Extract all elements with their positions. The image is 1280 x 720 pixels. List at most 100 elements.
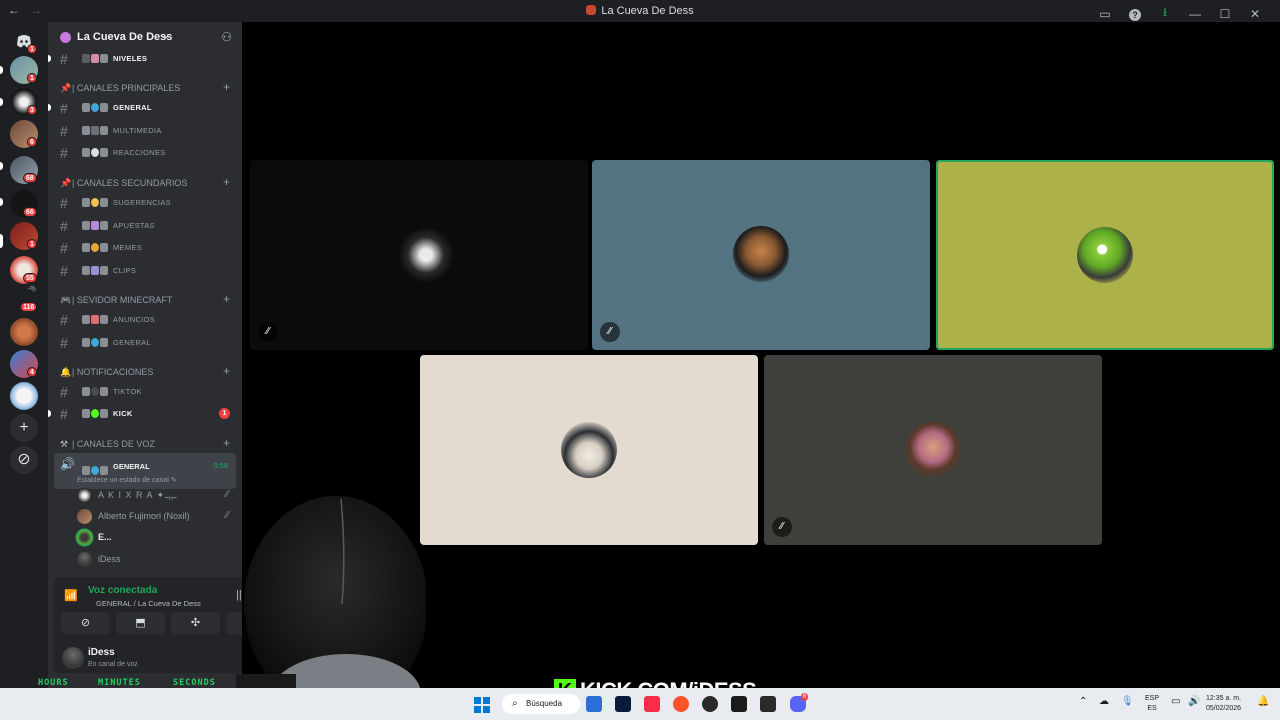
server-icon[interactable]: 116 xyxy=(10,288,38,316)
discord-window: ← → La Cueva De Dess ▭ ? ⭳ — ☐ ✕ 1 1 3 6 xyxy=(0,0,1280,720)
windows-start-icon[interactable] xyxy=(474,697,490,713)
participant-tile-speaking[interactable] xyxy=(936,160,1274,350)
obs-icon[interactable] xyxy=(760,696,776,712)
server-icon[interactable]: 4 xyxy=(10,350,38,378)
server-icon[interactable] xyxy=(10,382,38,410)
help-icon: ? xyxy=(1129,8,1141,21)
voice-channel-path[interactable]: GENERAL / La Cueva De Dess xyxy=(96,599,201,608)
channel-label: APUESTAS xyxy=(113,221,155,230)
server-icon[interactable]: 1 xyxy=(10,56,38,84)
discord-home-icon[interactable]: 1 xyxy=(10,27,38,55)
channel-emoji-icon xyxy=(82,338,110,348)
channel-emoji-icon xyxy=(82,126,110,136)
channel-reacciones[interactable]: # REACCIONES xyxy=(54,143,236,163)
channel-emoji-icon xyxy=(82,148,110,158)
channel-sugerencias[interactable]: # SUGERENCIAS xyxy=(54,193,236,213)
channel-kick[interactable]: # KICK 1 xyxy=(48,404,236,424)
download-icon[interactable]: ⭳ xyxy=(1150,3,1180,24)
kick-app-icon[interactable] xyxy=(731,696,747,712)
create-channel-icon[interactable]: + xyxy=(223,292,230,306)
language-indicator[interactable]: ESP ES xyxy=(1145,694,1159,714)
notifications-bell-icon[interactable]: 🔔 xyxy=(1257,696,1269,707)
signal-icon[interactable]: 📶 xyxy=(64,589,78,602)
taskbar-app-icon[interactable] xyxy=(586,696,602,712)
hash-icon: # xyxy=(60,51,68,67)
maximize-button[interactable]: ☐ xyxy=(1210,7,1240,21)
channel-general[interactable]: # GENERAL xyxy=(48,98,236,118)
taskbar-search[interactable]: ⌕ Búsqueda xyxy=(502,694,580,714)
inbox-icon[interactable]: ▭ xyxy=(1090,7,1120,21)
participant-tile[interactable] xyxy=(420,355,758,545)
avatar xyxy=(77,530,92,545)
channel-apuestas[interactable]: # APUESTAS xyxy=(54,216,236,236)
title-bar: ← → La Cueva De Dess ▭ ? ⭳ — ☐ ✕ xyxy=(0,0,1280,22)
help-button[interactable]: ? xyxy=(1120,7,1150,21)
create-channel-icon[interactable]: + xyxy=(223,80,230,94)
category-canales-principales[interactable]: 📌 | CANALES PRINCIPALES + xyxy=(56,80,236,96)
title-bar-actions: ▭ ? ⭳ — ☐ ✕ xyxy=(1090,3,1270,24)
voice-user[interactable]: iDess xyxy=(77,550,237,570)
category-sevidor-minecraft[interactable]: 🎮 | SEVIDOR MINECRAFT + xyxy=(56,292,236,308)
participant-tile[interactable]: ⁄⁄ xyxy=(592,160,930,350)
mic-muted-icon: ⁄⁄ xyxy=(258,322,278,342)
voice-user[interactable]: E... xyxy=(77,528,237,548)
cloud-icon[interactable]: ☁ xyxy=(1099,696,1109,707)
volume-icon[interactable]: 🔊 xyxy=(1188,696,1200,707)
unread-dot xyxy=(48,104,51,111)
video-off-button[interactable]: ⊘ xyxy=(61,612,110,634)
current-user-name: iDess xyxy=(88,647,115,658)
channel-clips[interactable]: # CLIPS xyxy=(54,261,236,281)
close-button[interactable]: ✕ xyxy=(1240,7,1270,21)
photoshop-icon[interactable] xyxy=(615,696,631,712)
share-screen-button[interactable]: ⬒ xyxy=(116,612,165,634)
brave-icon[interactable] xyxy=(673,696,689,712)
voice-channel-general[interactable]: 🔊 GENERAL 0:58 Establece un estado de ca… xyxy=(54,453,236,489)
server-icon-selected[interactable]: 1 xyxy=(10,222,38,250)
channel-multimedia[interactable]: # MULTIMEDIA xyxy=(54,121,236,141)
channel-memes[interactable]: # MEMES xyxy=(54,238,236,258)
chevron-up-icon[interactable]: ⌃ xyxy=(1079,696,1087,707)
hash-icon: # xyxy=(60,384,68,400)
create-channel-icon[interactable]: + xyxy=(223,436,230,450)
minimize-button[interactable]: — xyxy=(1180,7,1210,21)
microphone-icon[interactable]: 🎙 xyxy=(1121,696,1134,707)
category-canales-de-voz[interactable]: ⚒ | CANALES DE VOZ + xyxy=(56,436,236,452)
voice-user[interactable]: A K I X R A ✦ـﮩﮩـ ⁄⁄ xyxy=(77,486,237,506)
server-icon[interactable]: 6 xyxy=(10,120,38,148)
category-label: | NOTIFICACIONES xyxy=(72,367,154,377)
category-canales-secundarios[interactable]: 📌 | CANALES SECUNDARIOS + xyxy=(56,175,236,191)
server-icon[interactable]: 66 xyxy=(10,190,38,218)
discover-button[interactable]: ⊘ xyxy=(10,446,38,474)
channel-tiktok[interactable]: # TIKTOK xyxy=(54,382,236,402)
taskbar-clock[interactable]: 12:35 a. m. 05/02/2026 xyxy=(1206,694,1241,714)
participant-tile[interactable]: ⁄⁄ xyxy=(250,160,588,350)
voice-user[interactable]: Alberto Fujimori (Noxil) ⁄⁄ xyxy=(77,507,237,527)
channel-status-prompt[interactable]: Establece un estado de canal ✎ xyxy=(77,476,177,484)
server-icon[interactable]: 55 xyxy=(10,256,38,284)
create-channel-icon[interactable]: + xyxy=(223,364,230,378)
server-icon[interactable]: 3 xyxy=(10,88,38,116)
hash-icon: # xyxy=(60,406,68,422)
category-notificaciones[interactable]: 🔔 | NOTIFICACIONES + xyxy=(56,364,236,380)
voice-connected-label[interactable]: Voz conectada xyxy=(88,585,157,596)
add-server-button[interactable]: + xyxy=(10,414,38,442)
channel-anuncios[interactable]: # ANUNCIOS xyxy=(54,310,236,330)
avatar[interactable] xyxy=(62,647,84,669)
notification-badge: 116 xyxy=(20,302,38,312)
voice-channel-timer: 0:58 xyxy=(213,461,228,470)
display-icon[interactable]: ▭ xyxy=(1171,696,1180,707)
avatar xyxy=(1077,227,1133,283)
invite-icon[interactable]: ⚇ xyxy=(221,30,232,44)
server-icon[interactable]: 68 xyxy=(10,156,38,184)
server-icon[interactable] xyxy=(10,318,38,346)
activities-button[interactable]: ✣ xyxy=(171,612,220,634)
channel-label: MULTIMEDIA xyxy=(113,126,162,135)
hash-icon: # xyxy=(60,100,68,116)
channel-general-minecraft[interactable]: # GENERAL xyxy=(54,333,236,353)
taskbar-app-icon[interactable] xyxy=(702,696,718,712)
music-icon[interactable] xyxy=(644,696,660,712)
chevron-down-icon: ⌄ xyxy=(162,30,171,41)
create-channel-icon[interactable]: + xyxy=(223,175,230,189)
channel-niveles[interactable]: # NIVELES xyxy=(48,49,236,69)
participant-tile[interactable]: ⁄⁄ xyxy=(764,355,1102,545)
